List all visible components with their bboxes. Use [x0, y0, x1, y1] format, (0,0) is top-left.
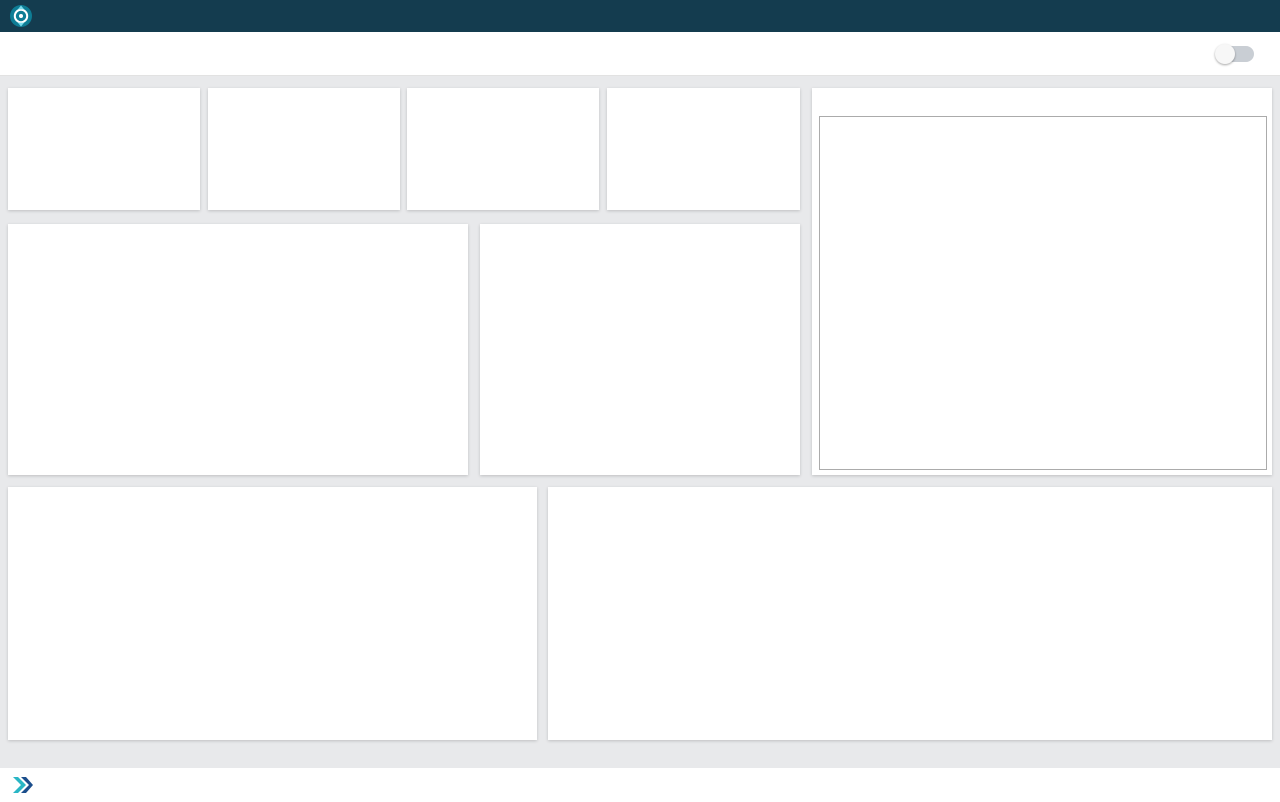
minitab-logo-icon [13, 777, 33, 793]
kpi-card-max-heart-rate [607, 88, 800, 210]
kpi-card-rest-blood-pressure [208, 88, 400, 210]
kpi-card-cholesterol [407, 88, 599, 210]
panel-bar-chart [480, 224, 800, 475]
dashboard-header [0, 32, 1280, 76]
panel-title [548, 487, 1272, 495]
panel-title [8, 224, 468, 232]
panel-title [812, 88, 1272, 96]
kpi-label [8, 88, 200, 96]
panel-analysis-sixpack [812, 88, 1272, 475]
minitab-connect-logo-icon [10, 5, 32, 27]
toggle-knob-icon [1215, 44, 1235, 64]
kpi-label [407, 88, 599, 96]
auto-update-toggle[interactable] [1218, 46, 1254, 62]
panel-analysis-statistics [8, 487, 537, 740]
kpi-label [208, 88, 400, 96]
dashboard-main [0, 76, 1280, 768]
kpi-card-age [8, 88, 200, 210]
sixpack-report-chart [819, 116, 1267, 470]
top-bar [0, 0, 1280, 32]
footer [0, 768, 1280, 802]
panel-title [8, 487, 537, 495]
statistics-link[interactable] [8, 495, 537, 505]
panel-imr-chart [548, 487, 1272, 740]
panel-correlogram [8, 224, 468, 475]
panel-title [480, 224, 800, 232]
kpi-label [607, 88, 800, 96]
minitab-footer-logo [10, 777, 36, 793]
